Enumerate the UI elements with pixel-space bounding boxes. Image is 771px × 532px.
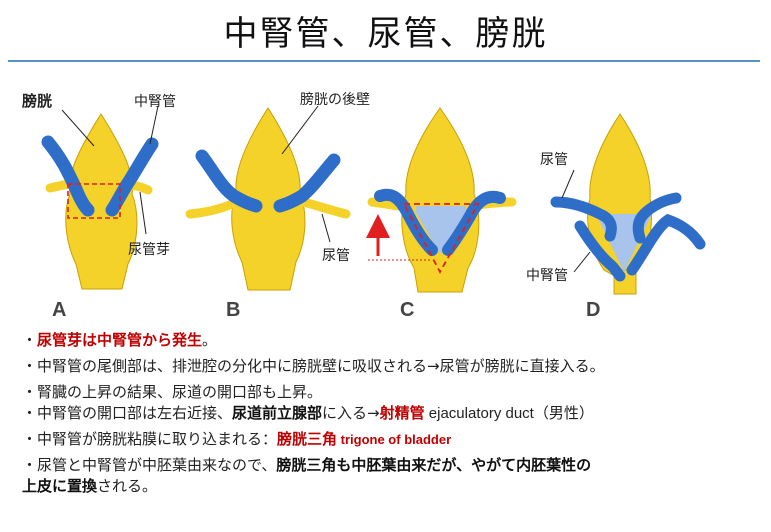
bullet-mesoderm-origin: ・尿管と中腎管が中胚葉由来なので、膀胱三角も中胚葉由来だが、やがて内胚葉性の — [22, 456, 592, 474]
leader-bladder — [61, 109, 95, 147]
panel-letter-d: D — [586, 299, 600, 321]
label-ureter-d: 尿管 — [540, 152, 568, 168]
bullet-ejaculatory-duct: ・中腎管の開口部は左右近接、尿道前立腺部に入る→射精管 ejaculatory … — [22, 404, 594, 422]
trigone-english: trigone of bladder — [337, 432, 452, 447]
bullet-list: ・尿管芽は中腎管から発生。 ・中腎管の尾側部は、排泄腔の分化中に膀胱壁に吸収され… — [22, 330, 762, 497]
page-title: 中腎管、尿管、膀胱 — [223, 14, 548, 54]
label-bladder: 膀胱 — [22, 92, 52, 110]
panel-letter-b: B — [226, 299, 240, 321]
label-mesonephric-duct-d: 中腎管 — [526, 268, 568, 284]
bullet-mesoderm-origin-cont: 上皮に置換される。 — [22, 477, 158, 495]
panel-c: C — [366, 107, 517, 321]
label-mesonephric-duct-a: 中腎管 — [134, 94, 176, 110]
bullet-ureteric-bud-origin: ・尿管芽は中腎管から発生。 — [22, 331, 218, 349]
ejaculatory-duct-term: 射精管 — [379, 404, 425, 422]
leader-ureter-b — [321, 213, 331, 243]
embryology-figure: 膀胱 中腎管 尿管芽 A 膀胱の後壁 尿管 B C 尿管 中腎管 D — [22, 91, 706, 321]
trigone-term: 膀胱三角 — [277, 430, 338, 448]
leader-posterior-wall — [281, 105, 319, 155]
bullet-caudal-absorption: ・中腎管の尾側部は、排泄腔の分化中に膀胱壁に吸収される→尿管が膀胱に直接入る。 — [22, 357, 605, 375]
panel-letter-c: C — [400, 299, 414, 321]
leader-bud — [139, 191, 147, 235]
bullet-highlight: 尿管芽は中腎管から発生 — [37, 331, 203, 349]
bladder-c — [401, 107, 480, 293]
label-ureteric-bud: 尿管芽 — [128, 242, 170, 258]
label-ureter-b: 尿管 — [322, 248, 350, 264]
prostatic-urethra-term: 尿道前立腺部 — [232, 404, 323, 422]
label-bladder-posterior-wall: 膀胱の後壁 — [300, 91, 370, 108]
panel-a: 膀胱 中腎管 尿管芽 A — [22, 92, 176, 321]
panel-letter-a: A — [52, 299, 66, 321]
title-divider — [8, 60, 760, 62]
leader-duct-d — [573, 251, 591, 273]
bullet-kidney-ascent: ・腎臓の上昇の結果、尿道の開口部も上昇。 — [22, 383, 323, 401]
bullet-trigone: ・中腎管が膀胱粘膜に取り込まれる：膀胱三角 trigone of bladder — [22, 430, 452, 448]
leader-ureter-d — [561, 169, 575, 199]
panel-b: 膀胱の後壁 尿管 B — [185, 91, 370, 321]
panel-d: 尿管 中腎管 D — [526, 113, 706, 321]
